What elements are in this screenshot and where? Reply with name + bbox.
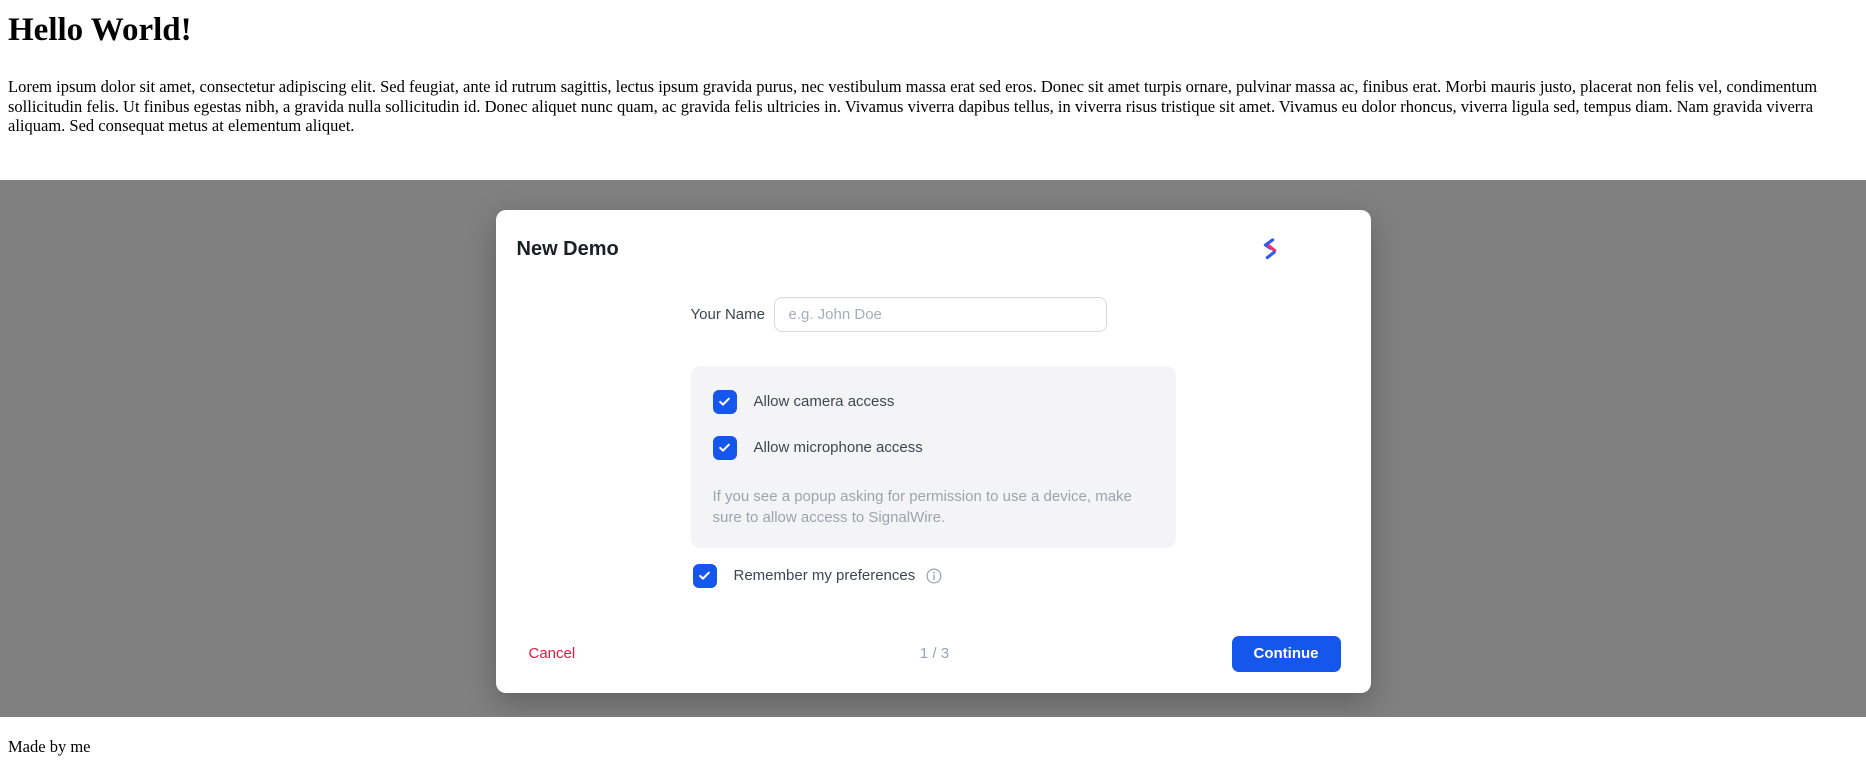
camera-access-label: Allow camera access bbox=[754, 393, 895, 410]
name-field-row: Your Name bbox=[691, 297, 1176, 332]
check-icon bbox=[697, 568, 712, 583]
name-input[interactable] bbox=[774, 297, 1107, 332]
microphone-access-label: Allow microphone access bbox=[754, 439, 923, 456]
remember-preferences-label: Remember my preferences bbox=[734, 567, 916, 584]
check-icon bbox=[717, 440, 732, 455]
camera-access-row: Allow camera access bbox=[713, 390, 1154, 414]
remember-preferences-checkbox[interactable] bbox=[693, 564, 717, 588]
check-icon bbox=[717, 394, 732, 409]
remember-preferences-row: Remember my preferences bbox=[693, 564, 1176, 588]
dialog-header: New Demo bbox=[496, 210, 1371, 261]
microphone-access-row: Allow microphone access bbox=[713, 436, 1154, 460]
permissions-panel: Allow camera access Allow microphone acc… bbox=[691, 366, 1176, 548]
info-icon[interactable] bbox=[925, 567, 943, 585]
dialog-footer: Cancel 1 / 3 Continue bbox=[496, 636, 1371, 693]
permissions-hint: If you see a popup asking for permission… bbox=[713, 486, 1143, 528]
signalwire-logo-icon bbox=[1259, 237, 1281, 261]
microphone-access-checkbox[interactable] bbox=[713, 436, 737, 460]
footer-note: Made by me bbox=[8, 737, 1858, 757]
cancel-button[interactable]: Cancel bbox=[529, 645, 576, 662]
name-field-label: Your Name bbox=[691, 306, 761, 323]
intro-paragraph: Lorem ipsum dolor sit amet, consectetur … bbox=[8, 77, 1858, 136]
continue-button[interactable]: Continue bbox=[1232, 636, 1341, 672]
camera-access-checkbox[interactable] bbox=[713, 390, 737, 414]
dialog-body: Your Name Allow camera access bbox=[691, 297, 1176, 588]
step-indicator: 1 / 3 bbox=[920, 645, 949, 662]
page-title: Hello World! bbox=[8, 12, 1858, 49]
dialog-title: New Demo bbox=[517, 237, 1347, 261]
new-demo-dialog: New Demo Your Name bbox=[496, 210, 1371, 693]
modal-overlay: New Demo Your Name bbox=[0, 180, 1866, 717]
